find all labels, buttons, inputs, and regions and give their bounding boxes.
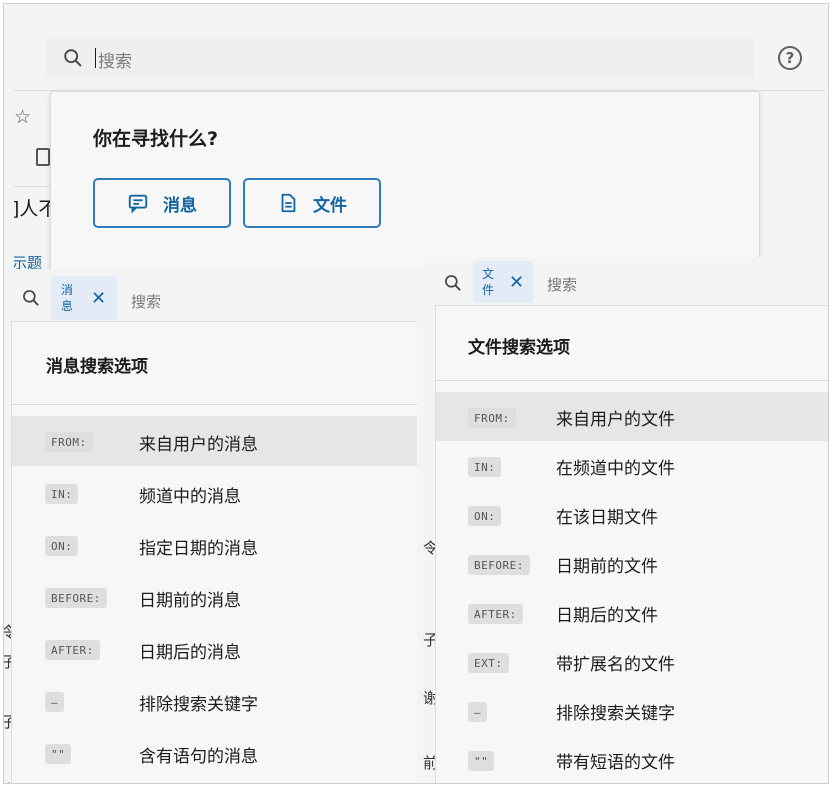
option-after[interactable]: AFTER: 日期后的文件 [436,588,828,637]
file-search-panel: 文件 ✕ 搜索 令 子 谢 前 文件搜索选项 FROM: 来自用户的文件 IN:… [423,257,828,783]
file-search-options-menu: 文件搜索选项 FROM: 来自用户的文件 IN: 在频道中的文件 ON: 在该日… [435,305,828,783]
message-icon [128,194,148,214]
help-icon[interactable]: ? [778,46,802,70]
menu-title: 消息搜索选项 [46,357,148,377]
search-input[interactable]: 搜索 [98,47,132,72]
option-label: 指定日期的消息 [139,539,258,559]
option-after[interactable]: AFTER: 日期后的消息 [12,624,417,674]
option-label: 日期后的消息 [139,643,241,663]
option-before[interactable]: BEFORE: 日期前的文件 [436,539,828,588]
modifier-badge: EXT: [468,653,509,673]
message-search-panel: 消息 ✕ 搜索 令 子 子 附 消息搜索选项 FROM: 来自用户的消息 IN:… [4,269,417,783]
option-from[interactable]: FROM: 来自用户的文件 [436,392,828,441]
search-icon [64,49,82,67]
option-phrase[interactable]: "" 带有短语的文件 [436,735,828,783]
option-label: 来自用户的消息 [139,435,258,455]
option-exclude[interactable]: — 排除搜索关键字 [12,676,417,726]
modifier-badge: IN: [468,457,502,477]
modifier-badge: "" [45,744,72,764]
messages-filter-label: 消息 [163,195,197,216]
menu-divider [436,380,828,381]
option-label: 带有短语的文件 [556,753,675,773]
option-label: 排除搜索关键字 [556,704,675,724]
modifier-badge: ON: [468,506,502,526]
messages-filter-tag[interactable]: 消息 ✕ [51,276,117,320]
modifier-badge: IN: [45,484,79,504]
menu-divider [12,404,417,405]
option-in[interactable]: IN: 在频道中的文件 [436,441,828,490]
close-icon[interactable]: ✕ [91,288,106,309]
option-label: 在该日期文件 [556,508,658,528]
search-input[interactable]: 搜索 [131,291,161,312]
popup-title: 你在寻找什么? [93,128,219,150]
search-input[interactable]: 搜索 [547,274,577,295]
screenshot-collage: 搜索 ? ☆ ]人不 示题 你在寻找什么? 消息 文件 消息 ✕ 搜索 消息搜索… [3,3,829,784]
messages-filter-button[interactable]: 消息 [93,178,231,228]
modifier-badge: AFTER: [468,604,523,624]
global-search-panel: 搜索 ? ☆ ]人不 示题 你在寻找什么? 消息 文件 [14,8,826,270]
background-link: 示题 [14,254,43,270]
message-search-options-menu: 消息搜索选项 FROM: 来自用户的消息 IN: 频道中的消息 ON: 指定日期… [11,321,417,783]
option-label: 带扩展名的文件 [556,655,675,675]
option-on[interactable]: ON: 在该日期文件 [436,490,828,539]
search-bar[interactable]: 文件 ✕ 搜索 [423,257,828,305]
option-label: 日期前的消息 [139,591,241,611]
option-phrase[interactable]: "" 含有语句的消息 [12,728,417,778]
files-filter-tag[interactable]: 文件 ✕ [473,261,533,303]
option-from[interactable]: FROM: 来自用户的消息 [12,416,417,466]
modifier-badge: "" [468,751,495,771]
close-icon[interactable]: ✕ [509,272,524,293]
option-label: 排除搜索关键字 [139,695,258,715]
option-label: 日期后的文件 [556,606,658,626]
option-in[interactable]: IN: 频道中的消息 [12,468,417,518]
modifier-badge: — [45,692,65,712]
option-label: 日期前的文件 [556,557,658,577]
modifier-badge: FROM: [468,408,516,428]
search-icon [445,275,461,291]
background-strip: 令 子 子 附 [4,321,16,783]
search-icon [23,290,39,306]
option-exclude[interactable]: — 排除搜索关键字 [436,686,828,735]
option-ext[interactable]: EXT: 带扩展名的文件 [436,637,828,686]
files-filter-label: 文件 [313,195,347,216]
modifier-badge: — [468,702,488,722]
search-bar[interactable]: 搜索 [46,36,754,78]
star-icon: ☆ [14,106,32,128]
modifier-badge: AFTER: [45,640,100,660]
modifier-badge: BEFORE: [468,555,530,575]
option-label: 频道中的消息 [139,487,241,507]
filter-tag-label: 文件 [482,267,495,297]
search-type-popup: 你在寻找什么? 消息 文件 [50,91,760,270]
background-divider [14,186,54,187]
file-icon [281,193,296,213]
modifier-badge: FROM: [45,432,93,452]
option-label: 来自用户的文件 [556,410,675,430]
menu-title: 文件搜索选项 [468,338,570,358]
option-before[interactable]: BEFORE: 日期前的消息 [12,572,417,622]
files-filter-button[interactable]: 文件 [243,178,381,228]
modifier-badge: BEFORE: [45,588,107,608]
text-cursor [95,48,96,68]
filter-tag-label: 消息 [61,283,74,313]
option-label: 含有语句的消息 [139,747,258,767]
option-on[interactable]: ON: 指定日期的消息 [12,520,417,570]
option-label: 在频道中的文件 [556,459,675,479]
canvas-icon [36,148,50,166]
modifier-badge: ON: [45,536,79,556]
search-bar[interactable]: 消息 ✕ 搜索 [4,269,417,321]
